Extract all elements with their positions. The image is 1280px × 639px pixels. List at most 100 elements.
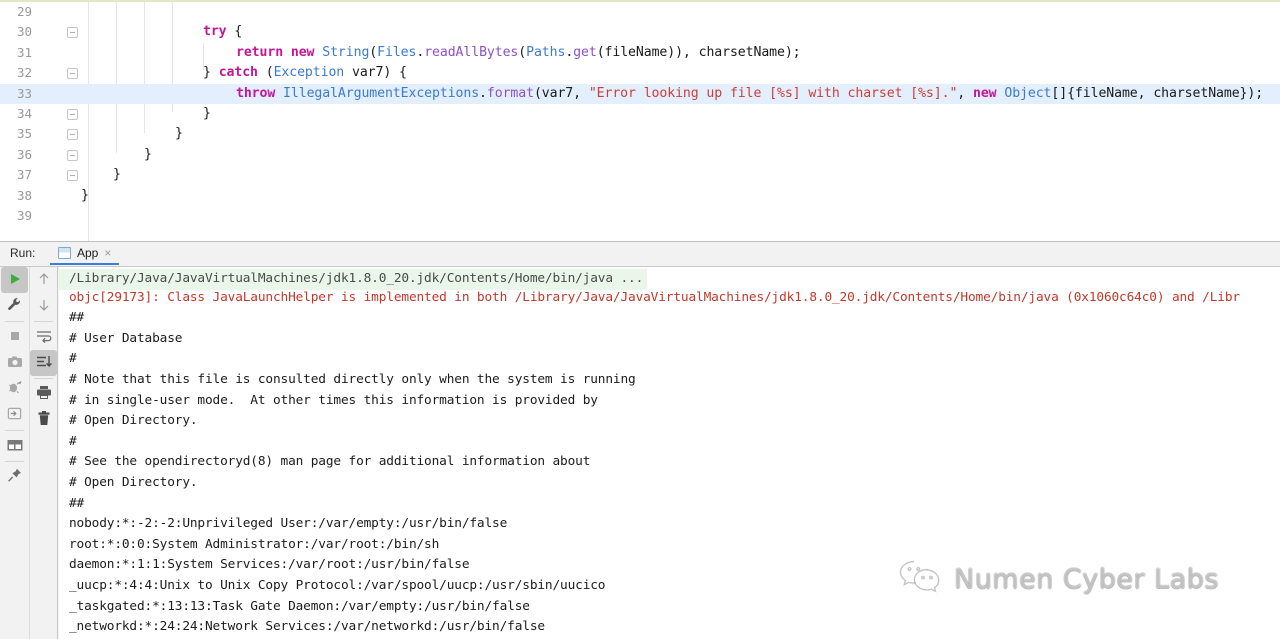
code-text: } xyxy=(203,105,211,121)
export-button[interactable] xyxy=(1,402,28,428)
run-tool-window: Run: App × /Library/Java/JavaVirtualMach… xyxy=(0,241,1280,639)
code-editor[interactable]: 29 30 try { 31 return new String(Files.r… xyxy=(0,0,1280,241)
code-line[interactable]: 35 } xyxy=(0,124,1280,144)
line-number: 30 xyxy=(16,24,32,40)
up-button[interactable] xyxy=(30,267,57,293)
export-icon xyxy=(7,406,22,425)
ide-window: 29 30 try { 31 return new String(Files.r… xyxy=(0,0,1280,639)
console-line: _taskgated:*:13:13:Task Gate Daemon:/var… xyxy=(69,598,530,614)
layout-button[interactable] xyxy=(1,433,28,459)
tab-label: App xyxy=(77,245,99,260)
down-button[interactable] xyxy=(30,293,57,319)
line-number: 37 xyxy=(16,167,32,183)
scroll-to-end-button[interactable] xyxy=(30,350,57,376)
printer-icon xyxy=(36,385,52,404)
code-line[interactable]: 29 xyxy=(0,2,1280,22)
console-line: _networkd:*:24:24:Network Services:/var/… xyxy=(69,619,545,635)
stop-button[interactable] xyxy=(1,324,28,350)
line-number: 35 xyxy=(16,126,32,142)
code-line[interactable]: 32 } catch (Exception var7) { xyxy=(0,63,1280,83)
code-text: } catch (Exception var7) { xyxy=(203,65,407,81)
print-button[interactable] xyxy=(30,381,57,407)
layout-icon xyxy=(7,437,23,456)
stop-icon xyxy=(8,328,22,347)
close-icon[interactable]: × xyxy=(104,247,111,259)
console-line: # See the opendirectoryd(8) man page for… xyxy=(69,454,591,470)
console-line: daemon:*:1:1:System Services:/var/root:/… xyxy=(69,557,470,573)
code-line-selected[interactable]: 33 throw IllegalArgumentExceptions.forma… xyxy=(0,83,1280,104)
console-line: _uucp:*:4:4:Unix to Unix Copy Protocol:/… xyxy=(69,577,606,593)
code-line[interactable]: 30 try { xyxy=(0,22,1280,42)
clear-all-button[interactable] xyxy=(30,407,57,433)
toolbar-separator xyxy=(5,430,24,431)
line-number: 36 xyxy=(16,146,32,162)
fold-marker[interactable] xyxy=(67,108,78,120)
java-class-icon xyxy=(58,246,71,259)
code-line[interactable]: 38 } xyxy=(0,186,1280,206)
screenshot-button[interactable] xyxy=(1,350,28,376)
console-line: # User Database xyxy=(69,330,183,346)
code-text: try { xyxy=(203,24,243,40)
console-line: # Open Directory. xyxy=(69,413,198,429)
tab-app[interactable]: App × xyxy=(50,242,120,265)
console-output[interactable]: /Library/Java/JavaVirtualMachines/jdk1.8… xyxy=(59,267,1280,639)
fold-marker[interactable] xyxy=(67,27,78,39)
fold-marker[interactable] xyxy=(67,68,78,80)
wrench-icon xyxy=(7,297,22,316)
line-number: 38 xyxy=(16,187,32,203)
code-line[interactable]: 37 } xyxy=(0,165,1280,185)
run-content: /Library/Java/JavaVirtualMachines/jdk1.8… xyxy=(0,267,1280,639)
console-line: ## xyxy=(69,495,85,511)
code-text: } xyxy=(144,146,152,162)
code-text: throw IllegalArgumentExceptions.format(v… xyxy=(236,85,1264,101)
code-text: } xyxy=(81,187,89,203)
line-number: 34 xyxy=(16,105,32,121)
scroll-end-icon xyxy=(36,354,52,373)
toolbar-separator xyxy=(34,378,53,379)
console-line: # in single-user mode. At other times th… xyxy=(69,392,598,408)
code-text: } xyxy=(175,126,183,142)
console-line: # xyxy=(69,433,77,449)
run-toolbar-right xyxy=(29,267,58,639)
play-icon xyxy=(8,271,22,290)
code-line[interactable]: 36 } xyxy=(0,145,1280,165)
trash-icon xyxy=(37,410,51,430)
run-label: Run: xyxy=(10,246,36,260)
bug-icon xyxy=(7,380,23,399)
toolbar-separator xyxy=(34,321,53,322)
fold-marker[interactable] xyxy=(67,129,78,141)
settings-button[interactable] xyxy=(1,293,28,319)
run-toolbar-left xyxy=(0,267,29,639)
console-line: root:*:0:0:System Administrator:/var/roo… xyxy=(69,536,440,552)
console-line: ## xyxy=(69,310,85,326)
toolbar-separator xyxy=(5,321,24,322)
pin-icon xyxy=(7,467,23,487)
line-number: 32 xyxy=(16,65,32,81)
line-number: 39 xyxy=(16,207,32,223)
line-number: 33 xyxy=(16,85,32,101)
code-line[interactable]: 34 } xyxy=(0,104,1280,124)
line-number: 29 xyxy=(16,4,32,19)
console-line: nobody:*:-2:-2:Unprivileged User:/var/em… xyxy=(69,516,508,532)
toolbar-separator xyxy=(5,461,24,462)
console-line: # Open Directory. xyxy=(69,474,198,490)
line-number: 31 xyxy=(16,44,32,60)
console-line: # xyxy=(69,351,77,367)
debug-button[interactable] xyxy=(1,376,28,402)
rerun-button[interactable] xyxy=(1,267,28,293)
code-line[interactable]: 39 xyxy=(0,206,1280,226)
arrow-down-icon xyxy=(37,297,51,316)
console-line: # Note that this file is consulted direc… xyxy=(69,371,636,387)
code-text: return new String(Files.readAllBytes(Pat… xyxy=(236,44,801,60)
console-line: objc[29173]: Class JavaLaunchHelper is i… xyxy=(69,289,1240,305)
pin-button[interactable] xyxy=(1,464,28,490)
run-tab-bar: Run: App × xyxy=(0,242,1280,267)
soft-wrap-button[interactable] xyxy=(30,324,57,350)
console-line: /Library/Java/JavaVirtualMachines/jdk1.8… xyxy=(59,269,648,290)
console-line-wrap: /Library/Java/JavaVirtualMachines/jdk1.8… xyxy=(59,267,1280,290)
fold-marker[interactable] xyxy=(67,149,78,161)
fold-marker[interactable] xyxy=(67,170,78,182)
camera-icon xyxy=(7,354,23,373)
arrow-up-icon xyxy=(37,271,51,290)
code-line[interactable]: 31 return new String(Files.readAllBytes(… xyxy=(0,43,1280,63)
